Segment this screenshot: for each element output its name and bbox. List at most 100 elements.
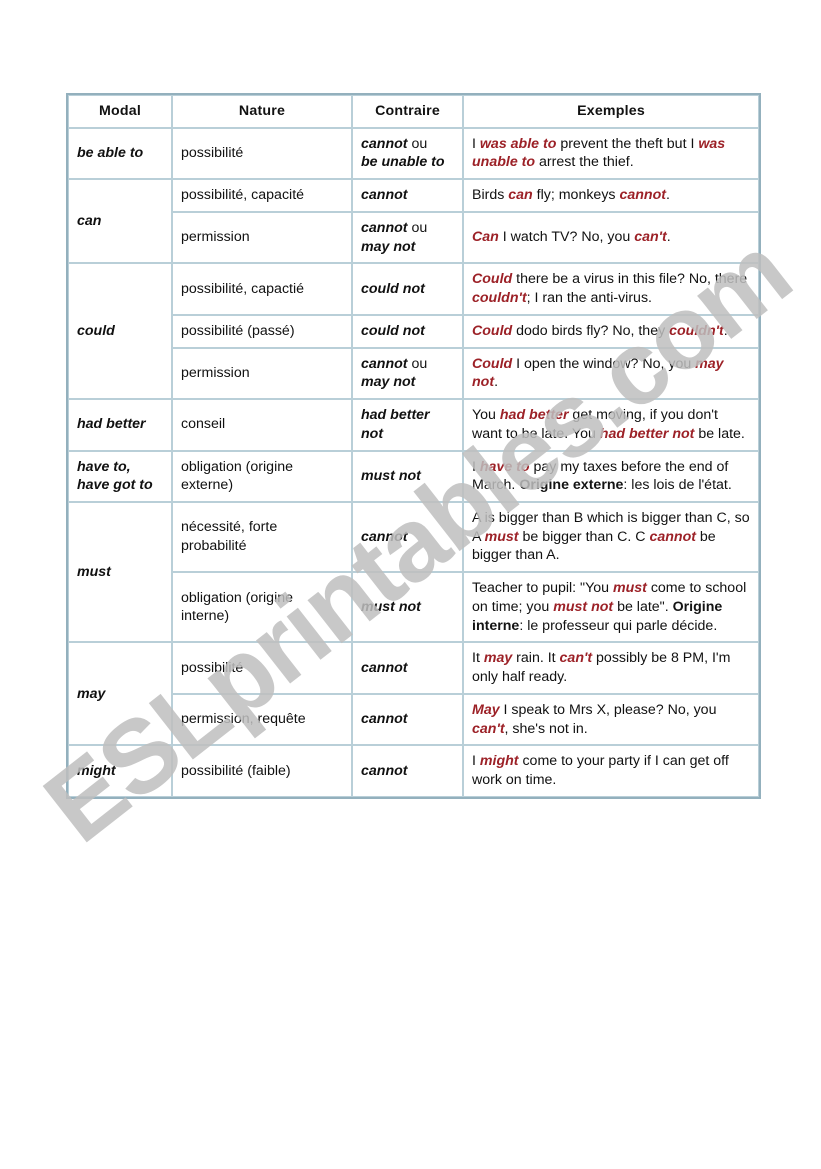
text-plain: : les lois de l'état. bbox=[623, 477, 732, 494]
text-emphasis: may not bbox=[361, 238, 416, 255]
contraire-line: be unable to bbox=[361, 153, 454, 172]
table-row: permission cannot ou may not Could I open t… bbox=[68, 347, 759, 400]
table-row: may possibilité cannot It may rain. It can'… bbox=[68, 642, 759, 746]
text-plain: rain. It bbox=[512, 650, 560, 667]
text-emphasis: cannot bbox=[361, 187, 408, 204]
text-modal-emphasis: was able to bbox=[479, 135, 557, 152]
cell-exemple: Could dodo birds fly? No, they couldn't. bbox=[463, 314, 759, 348]
text-modal-emphasis: must bbox=[484, 528, 519, 545]
text-plain: ; I ran the anti-virus. bbox=[526, 290, 652, 307]
text-modal-emphasis: can bbox=[508, 187, 533, 204]
text-modal-emphasis: had better bbox=[499, 407, 569, 424]
cell-exemple: I was able to prevent the theft but I wa… bbox=[463, 127, 759, 180]
cell-contraire: cannot ou be unable to bbox=[352, 127, 463, 180]
text-emphasis: must not bbox=[361, 598, 421, 615]
contraire-line: cannot bbox=[361, 710, 454, 729]
contraire-line: had better not bbox=[361, 406, 454, 443]
cell-nature: obligation (origine interne) bbox=[172, 572, 352, 643]
text-emphasis: had better not bbox=[361, 407, 430, 442]
cell-modal: be able to bbox=[68, 127, 172, 180]
modals-table: Modal Nature Contraire Exemples be able … bbox=[66, 93, 761, 799]
text-plain: I open the window? No, you bbox=[512, 355, 696, 372]
text-plain: I bbox=[472, 135, 480, 152]
cell-nature: possibilité bbox=[172, 642, 352, 694]
cell-nature: possibilité (passé) bbox=[172, 314, 352, 348]
contraire-line: cannot bbox=[361, 762, 454, 781]
cell-nature: possibilité, capacité bbox=[172, 179, 352, 212]
cell-exemple: May I speak to Mrs X, please? No, you ca… bbox=[463, 693, 759, 746]
text-modal-emphasis: Could bbox=[472, 322, 513, 339]
text-modal-emphasis: May bbox=[472, 701, 500, 718]
table-row: can possibilité, capacité cannot Birds can … bbox=[68, 179, 759, 264]
text-plain: be late". bbox=[613, 598, 673, 615]
text-modal-emphasis: couldn't bbox=[472, 290, 527, 307]
table-row: might possibilité (faible) cannot I might c… bbox=[68, 745, 759, 797]
text-emphasis: could not bbox=[361, 322, 425, 339]
text-plain: fly; monkeys bbox=[532, 187, 620, 204]
cell-nature: permission, requête bbox=[172, 693, 352, 746]
cell-contraire: could not bbox=[352, 263, 463, 315]
contraire-line: must not bbox=[361, 598, 454, 617]
text-emphasis: cannot bbox=[361, 135, 408, 152]
cell-exemple: Birds can fly; monkeys cannot. bbox=[463, 179, 759, 212]
cell-contraire: cannot bbox=[352, 502, 463, 573]
table-header: Modal Nature Contraire Exemples bbox=[68, 95, 759, 128]
cell-contraire: cannot ou may not bbox=[352, 211, 463, 264]
text-modal-emphasis: must not bbox=[553, 598, 614, 615]
printable-page: Modal Nature Contraire Exemples be able … bbox=[0, 0, 821, 1169]
table-row: have to, have got to obligation (origine … bbox=[68, 450, 759, 503]
text-emphasis: may not bbox=[361, 374, 416, 391]
text-modal-emphasis: cannot bbox=[619, 187, 666, 204]
text-plain: You bbox=[472, 407, 500, 424]
text-plain: be late. bbox=[694, 425, 745, 442]
cell-nature: permission bbox=[172, 347, 352, 400]
table-row: had better conseil had better not You had b… bbox=[68, 399, 759, 451]
text-emphasis: cannot bbox=[361, 219, 408, 236]
cell-modal: might bbox=[68, 745, 172, 797]
text-modal-emphasis: Could bbox=[472, 355, 513, 372]
cell-nature: nécessité, forte probabilité bbox=[172, 502, 352, 573]
cell-exemple: I have to pay my taxes before the end of… bbox=[463, 450, 759, 503]
text-bold: Origine externe bbox=[519, 477, 624, 494]
text-plain: there be a virus in this file? No, there bbox=[512, 271, 748, 288]
text-emphasis: cannot bbox=[361, 355, 408, 372]
cell-modal: must bbox=[68, 502, 172, 643]
column-header-modal: Modal bbox=[68, 95, 172, 128]
header-row: Modal Nature Contraire Exemples bbox=[68, 95, 759, 128]
cell-exemple: Teacher to pupil: "You must come to scho… bbox=[463, 572, 759, 643]
text-emphasis: be unable to bbox=[361, 154, 445, 171]
contraire-line: must not bbox=[361, 467, 454, 486]
cell-modal: may bbox=[68, 642, 172, 746]
table-row: could possibilité, capactié could not Could… bbox=[68, 263, 759, 400]
contraire-line: cannot ou bbox=[361, 219, 454, 238]
column-header-contraire: Contraire bbox=[352, 95, 463, 128]
text-plain: I bbox=[472, 753, 480, 770]
column-header-nature: Nature bbox=[172, 95, 352, 128]
text-emphasis: could not bbox=[361, 280, 425, 297]
cell-modal: can bbox=[68, 179, 172, 264]
contraire-line: cannot ou bbox=[361, 355, 454, 374]
contraire-line: could not bbox=[361, 322, 454, 341]
cell-exemple: Could I open the window? No, you may not… bbox=[463, 347, 759, 400]
text-modal-emphasis: have to bbox=[479, 458, 530, 475]
text-plain: . bbox=[723, 322, 728, 339]
contraire-line: cannot bbox=[361, 659, 454, 678]
cell-nature: permission bbox=[172, 211, 352, 264]
text-plain: . bbox=[666, 229, 671, 246]
text-emphasis: cannot bbox=[361, 762, 408, 779]
cell-nature: possibilité (faible) bbox=[172, 745, 352, 797]
table-row: be able to possibilité cannot ou be unable … bbox=[68, 127, 759, 180]
table-row: possibilité (passé) could not Could dodo b… bbox=[68, 314, 759, 348]
text-emphasis: must not bbox=[361, 467, 421, 484]
text-modal-emphasis: can't bbox=[559, 650, 593, 667]
text-plain: ou bbox=[407, 219, 428, 236]
cell-nature: conseil bbox=[172, 399, 352, 451]
text-plain: . bbox=[665, 187, 670, 204]
cell-contraire: must not bbox=[352, 572, 463, 643]
text-modal-emphasis: Can bbox=[472, 229, 499, 246]
cell-exemple: You had better get moving, if you don't … bbox=[463, 399, 759, 451]
text-emphasis: cannot bbox=[361, 711, 408, 728]
contraire-line: cannot bbox=[361, 186, 454, 205]
text-plain: ou bbox=[407, 135, 428, 152]
cell-contraire: could not bbox=[352, 314, 463, 348]
